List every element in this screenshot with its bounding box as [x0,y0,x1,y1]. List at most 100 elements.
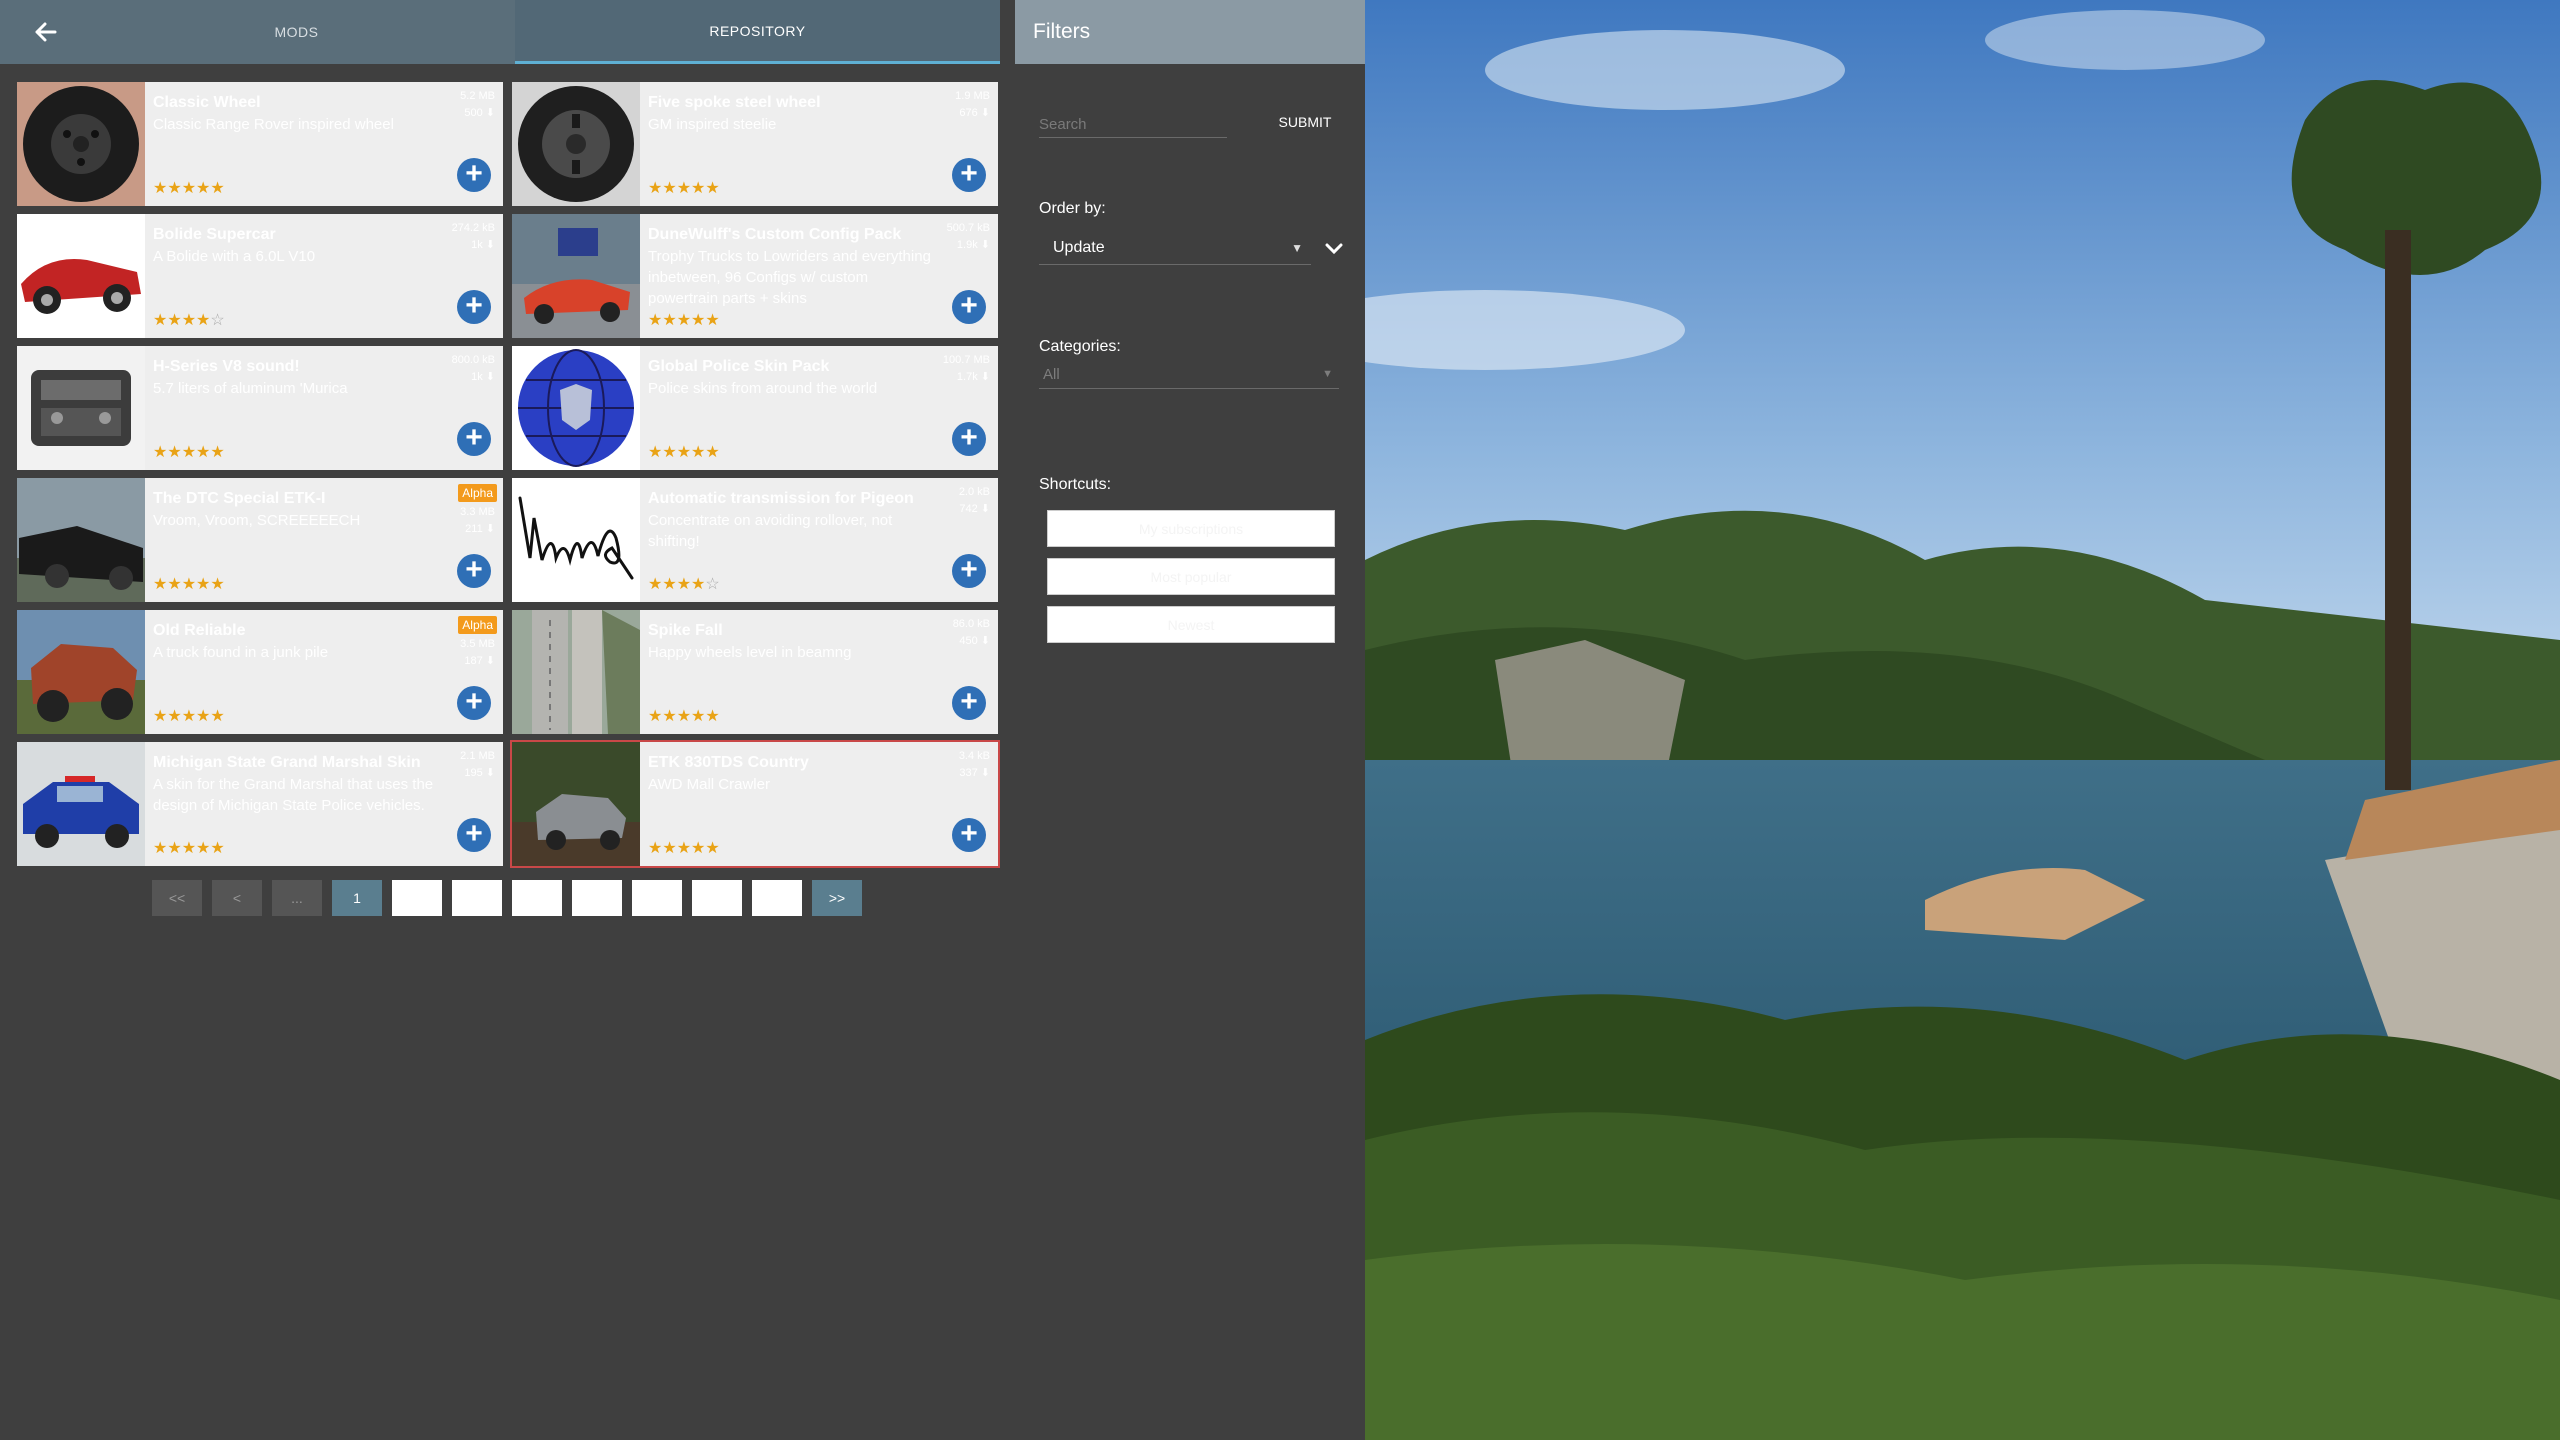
sort-direction-toggle[interactable] [1321,236,1347,262]
mod-thumbnail [512,610,640,734]
page-button[interactable]: 8 [752,880,802,916]
mod-size: 500.7 kB [946,222,990,234]
mod-size: 3.3 MB [460,506,495,518]
star-rating: ★★★★☆ [648,574,720,594]
top-bar-gap [1000,0,1015,64]
add-mod-button[interactable]: + [457,158,491,192]
mod-card[interactable]: Old Reliable A truck found in a junk pil… [15,608,505,736]
shortcut-button-popular[interactable]: Most popular [1047,558,1335,595]
star-icon: ★★★★★ [153,576,225,593]
mod-card[interactable]: Michigan State Grand Marshal Skin A skin… [15,740,505,868]
mod-thumbnail [512,82,640,206]
plus-icon: + [465,553,483,586]
mod-card[interactable]: DuneWulff's Custom Config Pack Trophy Tr… [510,212,1000,340]
mod-download-count: 195 [464,767,483,779]
star-rating: ★★★★★ [153,706,225,726]
categories-select[interactable]: All ▼ [1039,363,1339,389]
mod-size: 1.9 MB [955,90,990,102]
add-mod-button[interactable]: + [952,158,986,192]
mod-title: ETK 830TDS Country [648,754,809,771]
filters-title: Filters [1033,20,1091,43]
page-button[interactable]: 6 [632,880,682,916]
repository-panel: MODS REPOSITORY Classic Wheel Classic Ra… [0,0,1015,1440]
mod-thumbnail [512,346,640,470]
plus-icon: + [465,157,483,190]
mod-card[interactable]: H-Series V8 sound! 5.7 liters of aluminu… [15,344,505,472]
add-mod-button[interactable]: + [457,290,491,324]
page-button[interactable]: 5 [572,880,622,916]
mod-size: 100.7 MB [942,354,990,366]
mod-description: AWD Mall Crawler [648,776,770,793]
download-icon: ⬇ [980,503,990,515]
search-input[interactable] [1039,112,1227,138]
shortcut-button-subscriptions[interactable]: My subscriptions [1047,510,1335,547]
mod-title: The DTC Special ETK-I [153,490,326,507]
download-icon: ⬇ [485,107,495,119]
tab-mods[interactable]: MODS [80,0,513,64]
add-mod-button[interactable]: + [952,686,986,720]
mod-card[interactable]: Five spoke steel wheel GM inspired steel… [510,80,1000,208]
mod-size: 5.2 MB [460,90,495,102]
star-rating: ★★★★★ [648,706,720,726]
mod-downloads: 1.9k ⬇ [957,238,990,251]
plus-icon: + [960,685,978,718]
mod-size: 3.4 kB [958,750,990,762]
mod-description: Police skins from around the world [648,380,878,397]
mod-card[interactable]: Bolide Supercar A Bolide with a 6.0L V10… [15,212,505,340]
page-button[interactable]: 3 [452,880,502,916]
star-empty-icon: ☆ [210,312,225,329]
mod-card[interactable]: ETK 830TDS Country AWD Mall Crawler 3.4 … [510,740,1000,868]
mod-thumbnail [512,742,640,866]
mod-title: DuneWulff's Custom Config Pack [648,226,902,243]
back-button[interactable] [26,14,66,50]
mod-card[interactable]: Global Police Skin Pack Police skins fro… [510,344,1000,472]
mod-download-count: 1k [471,371,483,383]
tab-repository[interactable]: REPOSITORY [515,0,1000,64]
submit-button[interactable]: SUBMIT [1255,104,1355,140]
mod-card[interactable]: Automatic transmission for Pigeon Concen… [510,476,1000,604]
add-mod-button[interactable]: + [457,818,491,852]
star-rating: ★★★★★ [153,178,225,198]
mod-title: H-Series V8 sound! [153,358,300,375]
page-button[interactable]: 2 [392,880,442,916]
order-by-label: Order by: [1039,200,1106,217]
star-icon: ★★★★ [153,312,211,329]
shortcuts-label: Shortcuts: [1039,476,1112,493]
add-mod-button[interactable]: + [457,554,491,588]
add-mod-button[interactable]: + [952,422,986,456]
page-button-current[interactable]: 1 [332,880,382,916]
mod-card[interactable]: The DTC Special ETK-I Vroom, Vroom, SCRE… [15,476,505,604]
add-mod-button[interactable]: + [952,818,986,852]
page-button[interactable]: 4 [512,880,562,916]
star-icon: ★★★★★ [153,840,225,857]
add-mod-button[interactable]: + [457,686,491,720]
mod-thumbnail [17,742,145,866]
download-icon: ⬇ [485,239,495,251]
mod-card[interactable]: Classic Wheel Classic Range Rover inspir… [15,80,505,208]
last-page-button[interactable]: >> [812,880,862,916]
add-mod-button[interactable]: + [457,422,491,456]
star-icon: ★★★★ [648,576,706,593]
order-by-select[interactable]: Update ▼ [1039,235,1311,265]
plus-icon: + [960,421,978,454]
mod-thumbnail [17,214,145,338]
shortcut-button-newest[interactable]: Newest [1047,606,1335,643]
mod-size: 274.2 kB [451,222,495,234]
mod-description: GM inspired steelie [648,116,777,133]
first-page-button[interactable]: << [152,880,202,916]
mod-card[interactable]: Spike Fall Happy wheels level in beamng … [510,608,1000,736]
mod-thumbnail [17,82,145,206]
mod-downloads: 195 ⬇ [464,766,495,779]
alpha-badge: Alpha [458,616,497,634]
page-button[interactable]: 7 [692,880,742,916]
plus-icon: + [465,817,483,850]
filters-panel: Filters SUBMIT Order by: Update ▼ Catego… [1015,0,1365,1440]
pagination: << < ... 1 2 3 4 5 6 7 8 >> [152,880,862,916]
mod-size: 3.5 MB [460,638,495,650]
prev-page-button[interactable]: < [212,880,262,916]
mod-title: Old Reliable [153,622,246,639]
star-rating: ★★★★★ [153,442,225,462]
download-icon: ⬇ [485,371,495,383]
add-mod-button[interactable]: + [952,290,986,324]
add-mod-button[interactable]: + [952,554,986,588]
